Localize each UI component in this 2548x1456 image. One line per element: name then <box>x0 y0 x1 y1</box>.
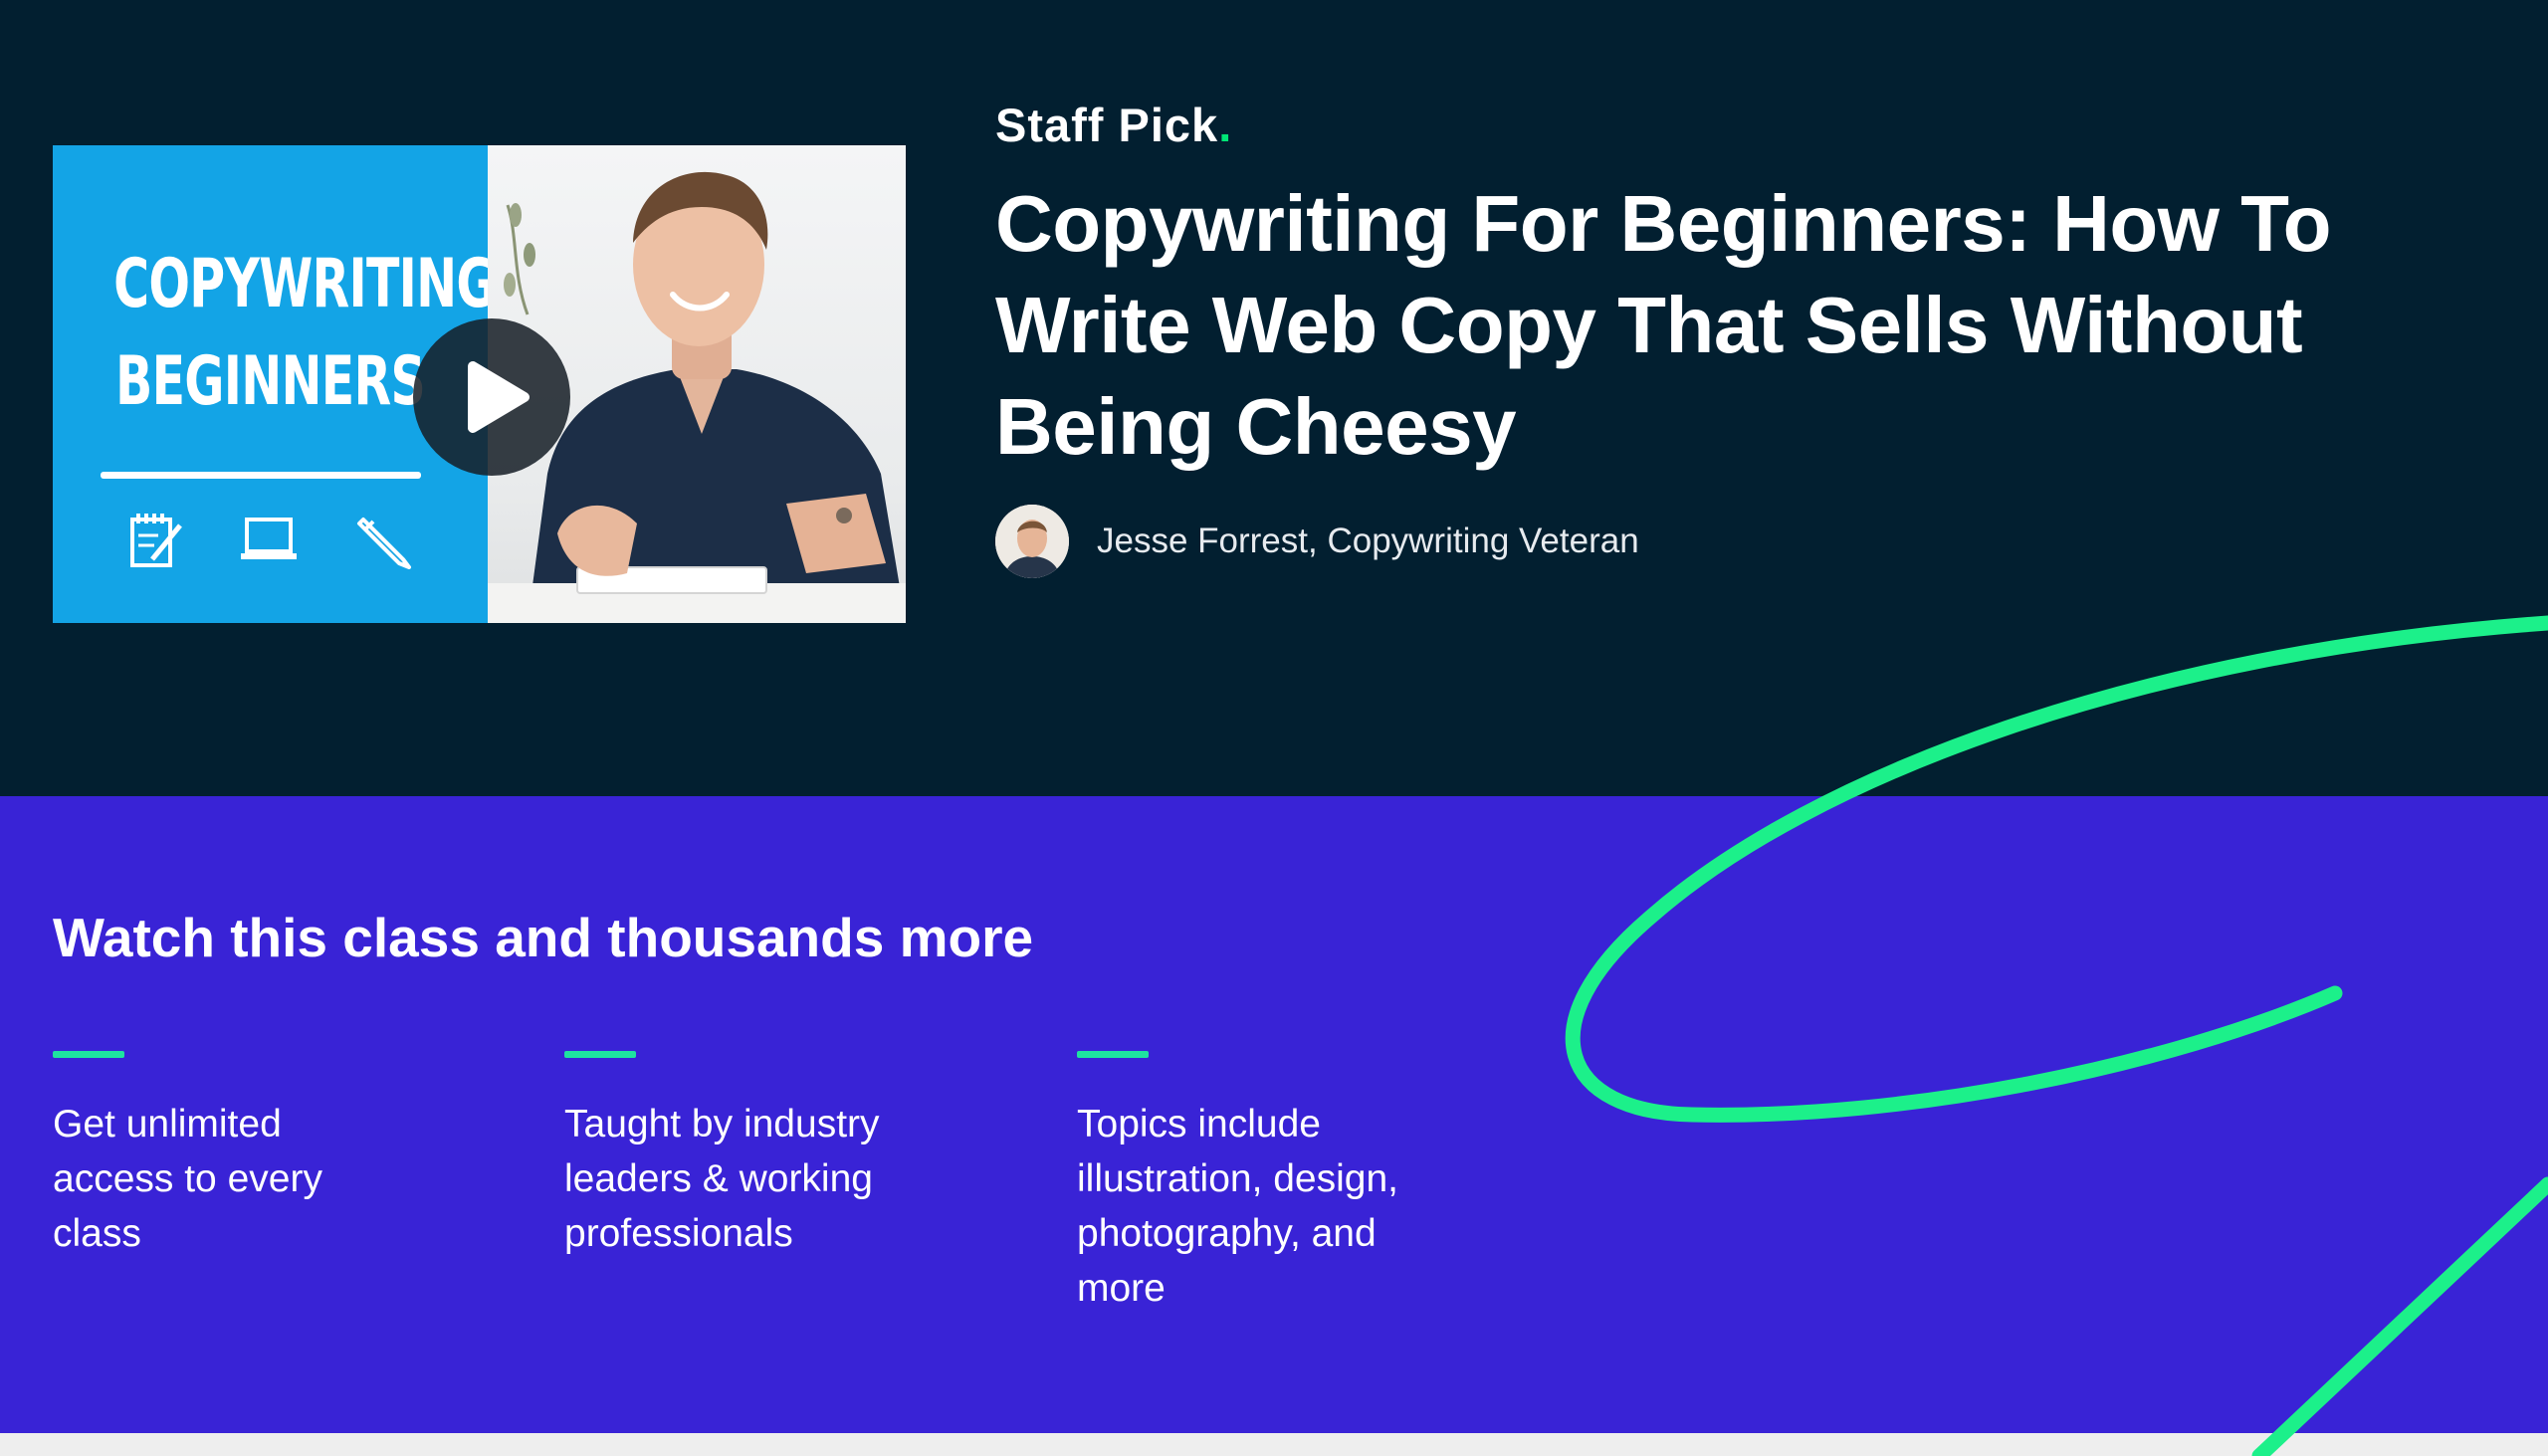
staff-pick-badge: Staff Pick. <box>995 98 1232 152</box>
feature-accent-bar <box>53 1051 124 1058</box>
teacher-name: Jesse Forrest, Copywriting Veteran <box>1097 521 1639 560</box>
feature-text: Taught by industry leaders & working pro… <box>564 1103 880 1255</box>
teacher-avatar <box>995 505 1069 578</box>
teacher-link[interactable]: Jesse Forrest, Copywriting Veteran <box>995 504 1639 579</box>
pencil-icon <box>357 518 411 569</box>
staff-pick-dot: . <box>1218 99 1233 151</box>
video-thumbnail[interactable]: COPYWRITING BEGINNERS <box>53 145 906 623</box>
thumbnail-title-line-2: BEGINNERS <box>114 342 426 421</box>
promo-heading: Watch this class and thousands more <box>53 907 1034 968</box>
feature-item: Get unlimited access to every class <box>53 1051 471 1261</box>
feature-item: Taught by industry leaders & working pro… <box>564 1051 982 1261</box>
feature-accent-bar <box>1077 1051 1149 1058</box>
thumbnail-divider <box>101 472 421 479</box>
class-title: Copywriting For Beginners: How To Write … <box>995 179 2331 471</box>
play-button[interactable] <box>413 318 570 476</box>
page-bottom-strip <box>0 1433 2548 1456</box>
feature-item: Topics include illustration, design, pho… <box>1077 1051 1495 1316</box>
notepad-icon <box>130 514 182 567</box>
thumbnail-title-line-1: COPYWRITING <box>113 245 496 323</box>
laptop-icon <box>241 518 297 559</box>
feature-accent-bar <box>564 1051 636 1058</box>
play-icon <box>468 361 530 433</box>
staff-pick-label: Staff Pick <box>995 99 1219 151</box>
feature-text: Get unlimited access to every class <box>53 1103 322 1255</box>
feature-text: Topics include illustration, design, pho… <box>1077 1103 1399 1310</box>
